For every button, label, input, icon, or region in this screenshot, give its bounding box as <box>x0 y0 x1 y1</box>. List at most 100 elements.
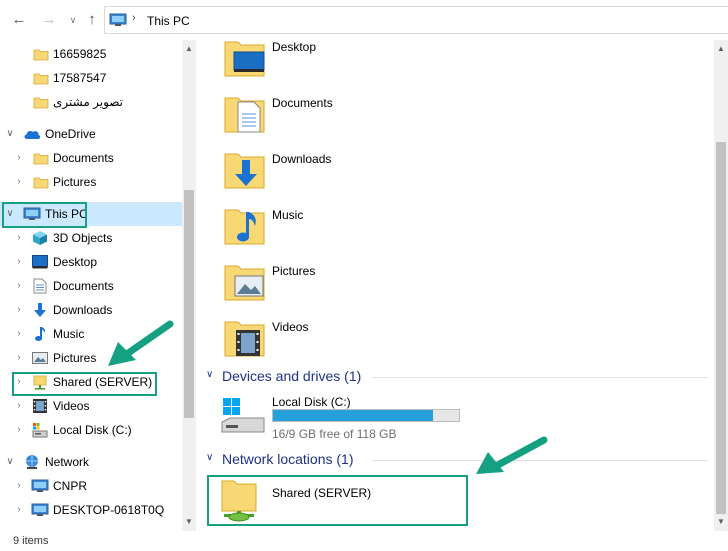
chevron-right-icon[interactable]: › <box>14 327 24 341</box>
chevron-right-icon[interactable]: › <box>14 399 24 413</box>
videos-icon <box>33 399 47 413</box>
sidebar-item-local-disk[interactable]: › Local Disk (C:) <box>0 418 182 442</box>
sidebar-item-label: 17587547 <box>53 71 107 85</box>
sidebar-item-label: 16659825 <box>53 47 107 61</box>
network-locations-header[interactable]: ∨ Network locations (1) <box>196 449 714 471</box>
sidebar-item-cnpr[interactable]: › CNPR <box>0 474 182 498</box>
chevron-right-icon[interactable]: › <box>14 351 24 365</box>
devices-and-drives-header[interactable]: ∨ Devices and drives (1) <box>196 366 714 388</box>
scroll-up-arrow-icon[interactable]: ▲ <box>714 42 728 56</box>
sidebar-item-label: Pictures <box>53 351 97 365</box>
sidebar-item-documents[interactable]: › Documents <box>0 274 182 298</box>
sidebar-item-label: Videos <box>53 399 90 413</box>
downloads-folder-icon <box>224 153 265 189</box>
sidebar-item-network[interactable]: ∨ Network <box>0 450 182 474</box>
folder-tile-downloads[interactable]: Downloads <box>222 146 522 202</box>
folder-tile-label: Desktop <box>272 40 317 54</box>
scrollbar-thumb[interactable] <box>716 142 726 514</box>
annotation-arrow-icon <box>476 436 548 474</box>
videos-folder-icon <box>224 321 265 357</box>
folder-icon <box>33 49 49 61</box>
sidebar-item-label: DESKTOP-0618T0Q <box>53 503 165 517</box>
chevron-down-icon[interactable]: ∨ <box>206 369 213 380</box>
breadcrumb-this-pc[interactable]: This PC <box>147 14 190 28</box>
item-count: 9 items <box>13 535 49 547</box>
navigation-bar: ← → ∨ ↑ › This PC <box>0 0 728 40</box>
sidebar-item-label: Downloads <box>53 303 113 317</box>
folder-tile-pictures[interactable]: Pictures <box>222 258 522 314</box>
chevron-right-icon[interactable]: › <box>14 303 24 317</box>
chevron-down-icon[interactable]: ∨ <box>206 452 213 463</box>
computer-icon <box>31 479 49 492</box>
chevron-right-icon[interactable]: › <box>14 479 24 493</box>
sidebar-item-17587547[interactable]: 17587547 <box>0 66 182 90</box>
chevron-right-icon[interactable]: › <box>14 279 24 293</box>
chevron-down-icon[interactable]: ∨ <box>5 127 15 141</box>
sidebar-item-label: Documents <box>53 279 114 293</box>
folder-tile-music[interactable]: Music <box>222 202 522 258</box>
drive-label: Local Disk (C:) <box>272 395 351 409</box>
sidebar-item-label: Pictures <box>53 175 97 189</box>
sidebar-item-label: Desktop <box>53 255 98 269</box>
folder-tile-desktop[interactable]: Desktop <box>222 40 522 90</box>
forward-arrow-icon[interactable]: → <box>40 9 58 31</box>
back-arrow-icon[interactable]: ← <box>10 9 28 31</box>
scroll-down-arrow-icon[interactable]: ▼ <box>714 515 728 529</box>
chevron-right-icon[interactable]: › <box>14 503 24 517</box>
group-divider <box>372 377 708 378</box>
highlight-box-network-shared <box>207 475 468 526</box>
pictures-icon <box>32 352 48 364</box>
sidebar-item-customer-image[interactable]: تصویر مشتری <box>0 90 182 114</box>
cloud-icon <box>24 130 41 139</box>
sidebar-item-desktop[interactable]: › Desktop <box>0 250 182 274</box>
sidebar-item-label: OneDrive <box>45 127 96 141</box>
folder-icon <box>33 177 49 189</box>
folder-tile-label: Music <box>272 208 304 222</box>
navigation-pane-scrollbar[interactable]: ▲ ▼ <box>182 40 196 531</box>
breadcrumb-separator-icon: › <box>132 12 136 24</box>
sidebar-item-videos[interactable]: › Videos <box>0 394 182 418</box>
disk-icon <box>32 423 48 438</box>
disk-icon <box>221 398 265 433</box>
sidebar-item-desktop-0618t0q[interactable]: › DESKTOP-0618T0Q <box>0 498 182 522</box>
sidebar-item-label: تصویر مشتری <box>53 95 124 109</box>
chevron-right-icon[interactable]: › <box>14 423 24 437</box>
computer-icon <box>109 13 127 26</box>
sidebar-item-label: Documents <box>53 151 114 165</box>
scroll-down-arrow-icon[interactable]: ▼ <box>182 515 196 529</box>
chevron-right-icon[interactable]: › <box>14 255 24 269</box>
sidebar-item-onedrive[interactable]: ∨ OneDrive <box>0 122 182 146</box>
documents-icon <box>33 278 47 294</box>
folder-tile-label: Videos <box>272 320 309 334</box>
scroll-up-arrow-icon[interactable]: ▲ <box>182 42 196 56</box>
chevron-right-icon[interactable]: › <box>14 231 24 245</box>
sidebar-item-16659825[interactable]: 16659825 <box>0 42 182 66</box>
sidebar-item-label: Local Disk (C:) <box>53 423 132 437</box>
annotation-arrow-icon <box>108 320 174 366</box>
folder-tile-label: Pictures <box>272 264 316 278</box>
chevron-right-icon[interactable]: › <box>14 175 24 189</box>
sidebar-item-label: Music <box>53 327 85 341</box>
recent-locations-chevron-icon[interactable]: ∨ <box>64 9 82 31</box>
chevron-right-icon[interactable]: › <box>14 151 24 165</box>
sidebar-item-3d-objects[interactable]: › 3D Objects <box>0 226 182 250</box>
folder-tile-label: Downloads <box>272 152 332 166</box>
address-bar[interactable]: › This PC <box>104 6 728 34</box>
scrollbar-thumb[interactable] <box>184 190 194 418</box>
sidebar-item-label: Network <box>45 455 90 469</box>
music-icon <box>35 327 46 341</box>
folder-icon <box>33 153 49 165</box>
content-pane-scrollbar[interactable]: ▲ ▼ <box>714 40 728 531</box>
desktop-folder-icon <box>224 41 265 77</box>
chevron-down-icon[interactable]: ∨ <box>5 455 15 469</box>
up-arrow-icon[interactable]: ↑ <box>83 9 101 31</box>
sidebar-item-onedrive-pictures[interactable]: › Pictures <box>0 170 182 194</box>
folder-tile-videos[interactable]: Videos <box>222 314 522 370</box>
drive-usage-bar <box>272 409 460 422</box>
sidebar-item-label: 3D Objects <box>53 231 113 245</box>
folder-tile-documents[interactable]: Documents <box>222 90 522 146</box>
status-bar: 9 items <box>0 531 728 551</box>
sidebar-item-onedrive-documents[interactable]: › Documents <box>0 146 182 170</box>
download-icon <box>34 303 46 317</box>
cube-icon <box>33 231 47 245</box>
